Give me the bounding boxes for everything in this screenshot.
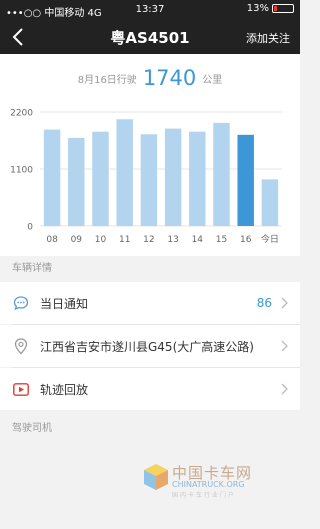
- track-playback-row[interactable]: 轨迹回放: [0, 368, 300, 410]
- bar-08[interactable]: [43, 129, 61, 226]
- track-playback-label: 轨迹回放: [40, 382, 89, 397]
- location-pin-icon: [12, 337, 30, 355]
- watermark-sub: 国内卡车行业门户: [172, 492, 237, 499]
- bar-今日[interactable]: [261, 179, 279, 226]
- chevron-right-icon: [281, 340, 288, 352]
- x-tick-label: 今日: [261, 233, 279, 245]
- battery-indicator: 13%: [247, 3, 294, 14]
- daily-notice-row[interactable]: 当日通知 86: [0, 282, 300, 324]
- chevron-right-icon: [281, 383, 288, 395]
- bar-14[interactable]: [189, 131, 206, 226]
- add-follow-button[interactable]: 添加关注: [246, 30, 290, 46]
- nav-bar: 粤AS4501 添加关注: [0, 20, 300, 54]
- mileage-chart: 0 1100 2200 08 09 10 11 12 13 14 15 16 今日: [0, 102, 300, 256]
- bar-13[interactable]: [164, 128, 182, 226]
- message-bubble-icon: [12, 294, 30, 312]
- y-tick-label: 1100: [10, 166, 33, 176]
- play-icon: [12, 380, 30, 398]
- watermark-en: CHINATRUCK.ORG: [172, 480, 245, 489]
- bar-16[interactable]: [237, 134, 254, 226]
- x-tick-label: 13: [167, 235, 178, 245]
- vehicle-details-header: 车辆详情: [0, 256, 300, 282]
- location-row[interactable]: 江西省吉安市遂川县G45(大广高速公路): [0, 325, 300, 367]
- x-tick-label: 12: [143, 235, 154, 245]
- y-tick-label: 0: [27, 223, 33, 233]
- status-bar: •••○○ 中国移动 4G 13:37 13%: [0, 0, 300, 20]
- x-tick-label: 10: [95, 235, 107, 245]
- chevron-right-icon: [281, 297, 288, 309]
- driver-header: 驾驶司机: [0, 416, 300, 442]
- chevron-left-icon: [12, 28, 23, 46]
- x-tick-label: 09: [71, 235, 83, 245]
- daily-notice-count: 86: [256, 296, 272, 310]
- bar-10[interactable]: [92, 131, 109, 226]
- bar-09[interactable]: [68, 137, 85, 226]
- back-button[interactable]: [8, 23, 30, 51]
- bar-12[interactable]: [140, 134, 158, 226]
- summary-unit: 公里: [202, 74, 223, 86]
- bar-15[interactable]: [213, 122, 230, 226]
- cube-logo-icon: [144, 464, 168, 490]
- mileage-bar-chart: 0 1100 2200 08 09 10 11 12 13 14 15 16 今日: [10, 109, 282, 245]
- x-tick-label: 08: [46, 235, 58, 245]
- location-label: 江西省吉安市遂川县G45(大广高速公路): [40, 339, 254, 354]
- summary-value: 1740: [142, 66, 197, 90]
- battery-label: 13%: [246, 3, 269, 14]
- x-tick-label: 11: [119, 235, 130, 245]
- daily-notice-label: 当日通知: [40, 296, 89, 311]
- battery-icon: [272, 4, 294, 13]
- chinatruck-watermark: 中国卡车网 CHINATRUCK.ORG 国内卡车行业门户: [142, 458, 282, 499]
- x-tick-label: 15: [216, 235, 227, 245]
- daily-mileage-summary: 8月16日行驶 1740 公里: [0, 54, 300, 102]
- x-tick-label: 14: [192, 235, 204, 245]
- summary-label: 8月16日行驶: [77, 74, 137, 86]
- y-tick-label: 2200: [10, 109, 33, 119]
- x-tick-label: 16: [240, 235, 252, 245]
- bar-11[interactable]: [116, 119, 133, 226]
